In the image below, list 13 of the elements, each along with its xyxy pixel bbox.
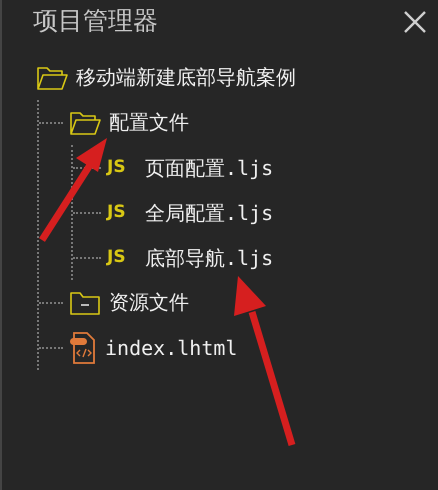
close-icon[interactable] — [402, 9, 428, 35]
folder-label[interactable]: 配置文件 — [109, 108, 189, 138]
js-label: JS — [107, 249, 127, 266]
html-file-icon — [69, 330, 97, 364]
file-name[interactable]: 全局配置.ljs — [145, 198, 274, 228]
js-label: JS — [107, 204, 127, 221]
file-name[interactable]: index.lhtml — [105, 332, 238, 362]
folder-label[interactable]: 移动端新建底部导航案例 — [76, 62, 296, 92]
folder-label[interactable]: 资源文件 — [109, 288, 189, 318]
file-name[interactable]: 底部导航.ljs — [145, 242, 274, 272]
file-name[interactable]: 页面配置.ljs — [145, 152, 274, 182]
js-label: JS — [107, 159, 127, 176]
panel-title: 项目管理器 — [33, 6, 158, 38]
